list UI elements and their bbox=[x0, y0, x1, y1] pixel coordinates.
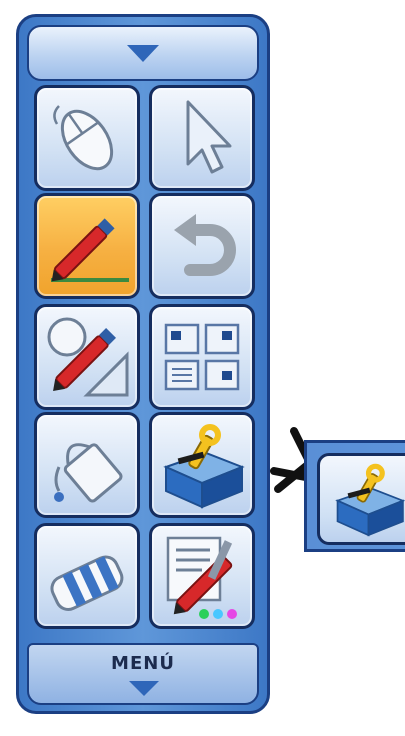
toolbox-icon bbox=[335, 463, 405, 537]
mouse-icon bbox=[53, 105, 114, 171]
tools-callout bbox=[304, 440, 405, 552]
shapes-pen-icon bbox=[47, 317, 129, 397]
menu-button[interactable]: MENÚ bbox=[27, 643, 259, 705]
layout-button[interactable] bbox=[149, 304, 255, 410]
pen-tool-button[interactable] bbox=[34, 193, 140, 299]
triangle-down-icon bbox=[129, 681, 159, 696]
pen-icon bbox=[51, 218, 129, 282]
select-pointer-button[interactable] bbox=[149, 85, 255, 191]
floating-toolbar: MENÚ bbox=[16, 14, 270, 714]
shapes-tool-button[interactable] bbox=[34, 304, 140, 410]
pen-settings-icon bbox=[166, 536, 237, 619]
mouse-mode-button[interactable] bbox=[34, 85, 140, 191]
eraser-icon bbox=[50, 555, 124, 611]
pen-settings-button[interactable] bbox=[149, 523, 255, 629]
eraser-button[interactable] bbox=[34, 523, 140, 629]
toolbox-icon bbox=[163, 424, 245, 509]
layout-grid-icon bbox=[164, 323, 240, 391]
paint-bucket-icon bbox=[54, 443, 123, 503]
collapse-toolbar-button[interactable] bbox=[27, 25, 259, 81]
tools-callout-button bbox=[317, 453, 405, 545]
undo-button[interactable] bbox=[149, 193, 255, 299]
arrow-cursor-icon bbox=[186, 100, 232, 174]
undo-icon bbox=[174, 214, 236, 276]
menu-label: MENÚ bbox=[111, 653, 175, 674]
tools-button[interactable] bbox=[149, 412, 255, 518]
triangle-down-icon bbox=[127, 44, 159, 62]
fill-tool-button[interactable] bbox=[34, 412, 140, 518]
